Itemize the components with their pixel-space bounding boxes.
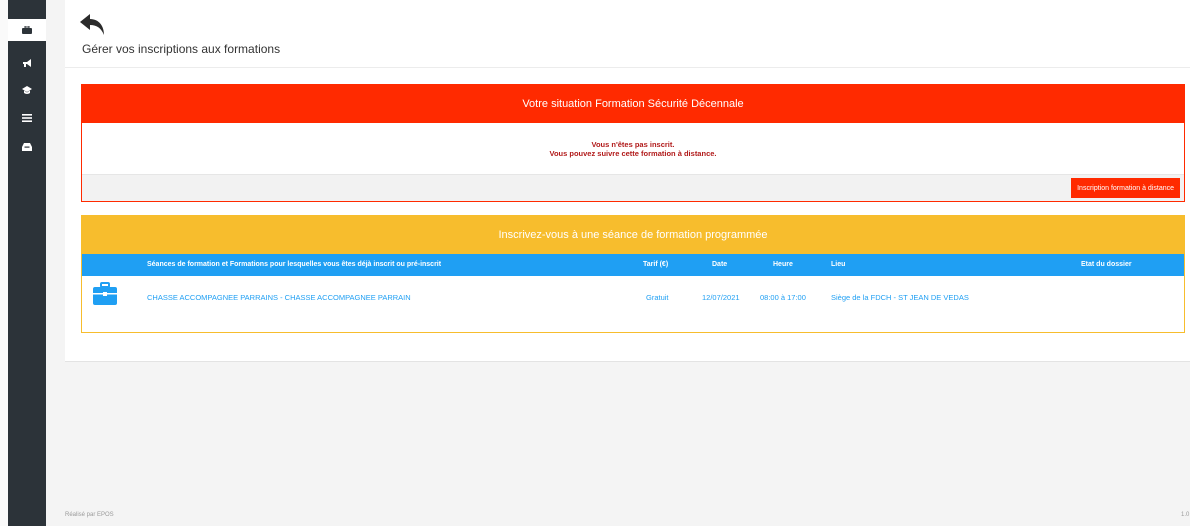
session-date: 12/07/2021 [702, 293, 740, 302]
training-status-footer: Inscription formation à distance [82, 175, 1184, 201]
list-icon [22, 114, 32, 122]
status-line-remote-available: Vous pouvez suivre cette formation à dis… [549, 148, 717, 158]
session-lieu: Siège de la FDCH - ST JEAN DE VEDAS [831, 293, 969, 302]
sidebar-item-education[interactable] [8, 79, 46, 101]
sidebar [8, 0, 46, 526]
briefcase-icon [22, 26, 32, 34]
table-row[interactable]: CHASSE ACCOMPAGNEE PARRAINS - CHASSE ACC… [82, 276, 1184, 320]
column-header-seances: Séances de formation et Formations pour … [147, 261, 442, 268]
briefcase-icon [93, 282, 117, 305]
session-heure: 08:00 à 17:00 [760, 293, 806, 302]
window-edge [0, 0, 8, 526]
column-header-etat: Etat du dossier [1081, 261, 1132, 268]
sessions-card: Inscrivez-vous à une séance de formation… [81, 215, 1185, 333]
footer-version: 1.0 [1181, 512, 1190, 518]
sessions-table-header: Séances de formation et Formations pour … [82, 254, 1184, 276]
column-header-date: Date [712, 261, 728, 268]
sidebar-item-announcements[interactable] [8, 52, 46, 74]
training-status-title: Votre situation Formation Sécurité Décen… [82, 85, 1184, 123]
session-tarif: Gratuit [646, 293, 669, 302]
page-header: Gérer vos inscriptions aux formations [65, 0, 1190, 68]
column-header-heure: Heure [773, 261, 793, 268]
column-header-tarif: Tarif (€) [643, 261, 669, 268]
sidebar-item-list[interactable] [8, 107, 46, 129]
status-line-not-registered: Vous n'êtes pas inscrit. [591, 139, 675, 149]
main-panel: Gérer vos inscriptions aux formations Vo… [65, 0, 1190, 362]
inbox-icon [22, 143, 32, 151]
back-button[interactable] [80, 14, 106, 36]
training-status-card: Votre situation Formation Sécurité Décen… [81, 84, 1185, 202]
session-name-link[interactable]: CHASSE ACCOMPAGNEE PARRAINS - CHASSE ACC… [147, 293, 411, 302]
sessions-title: Inscrivez-vous à une séance de formation… [82, 216, 1184, 254]
graduation-cap-icon [22, 85, 32, 94]
back-arrow-icon [80, 14, 104, 35]
sidebar-item-formations[interactable] [8, 19, 46, 41]
remote-training-registration-button[interactable]: Inscription formation à distance [1071, 178, 1180, 198]
column-header-lieu: Lieu [831, 261, 846, 268]
training-status-message: Vous n'êtes pas inscrit. Vous pouvez sui… [82, 123, 1184, 175]
footer-credit: Réalisé par EPOS [65, 512, 114, 518]
megaphone-icon [23, 58, 31, 67]
sidebar-item-inbox[interactable] [8, 136, 46, 158]
page-title: Gérer vos inscriptions aux formations [82, 42, 281, 56]
